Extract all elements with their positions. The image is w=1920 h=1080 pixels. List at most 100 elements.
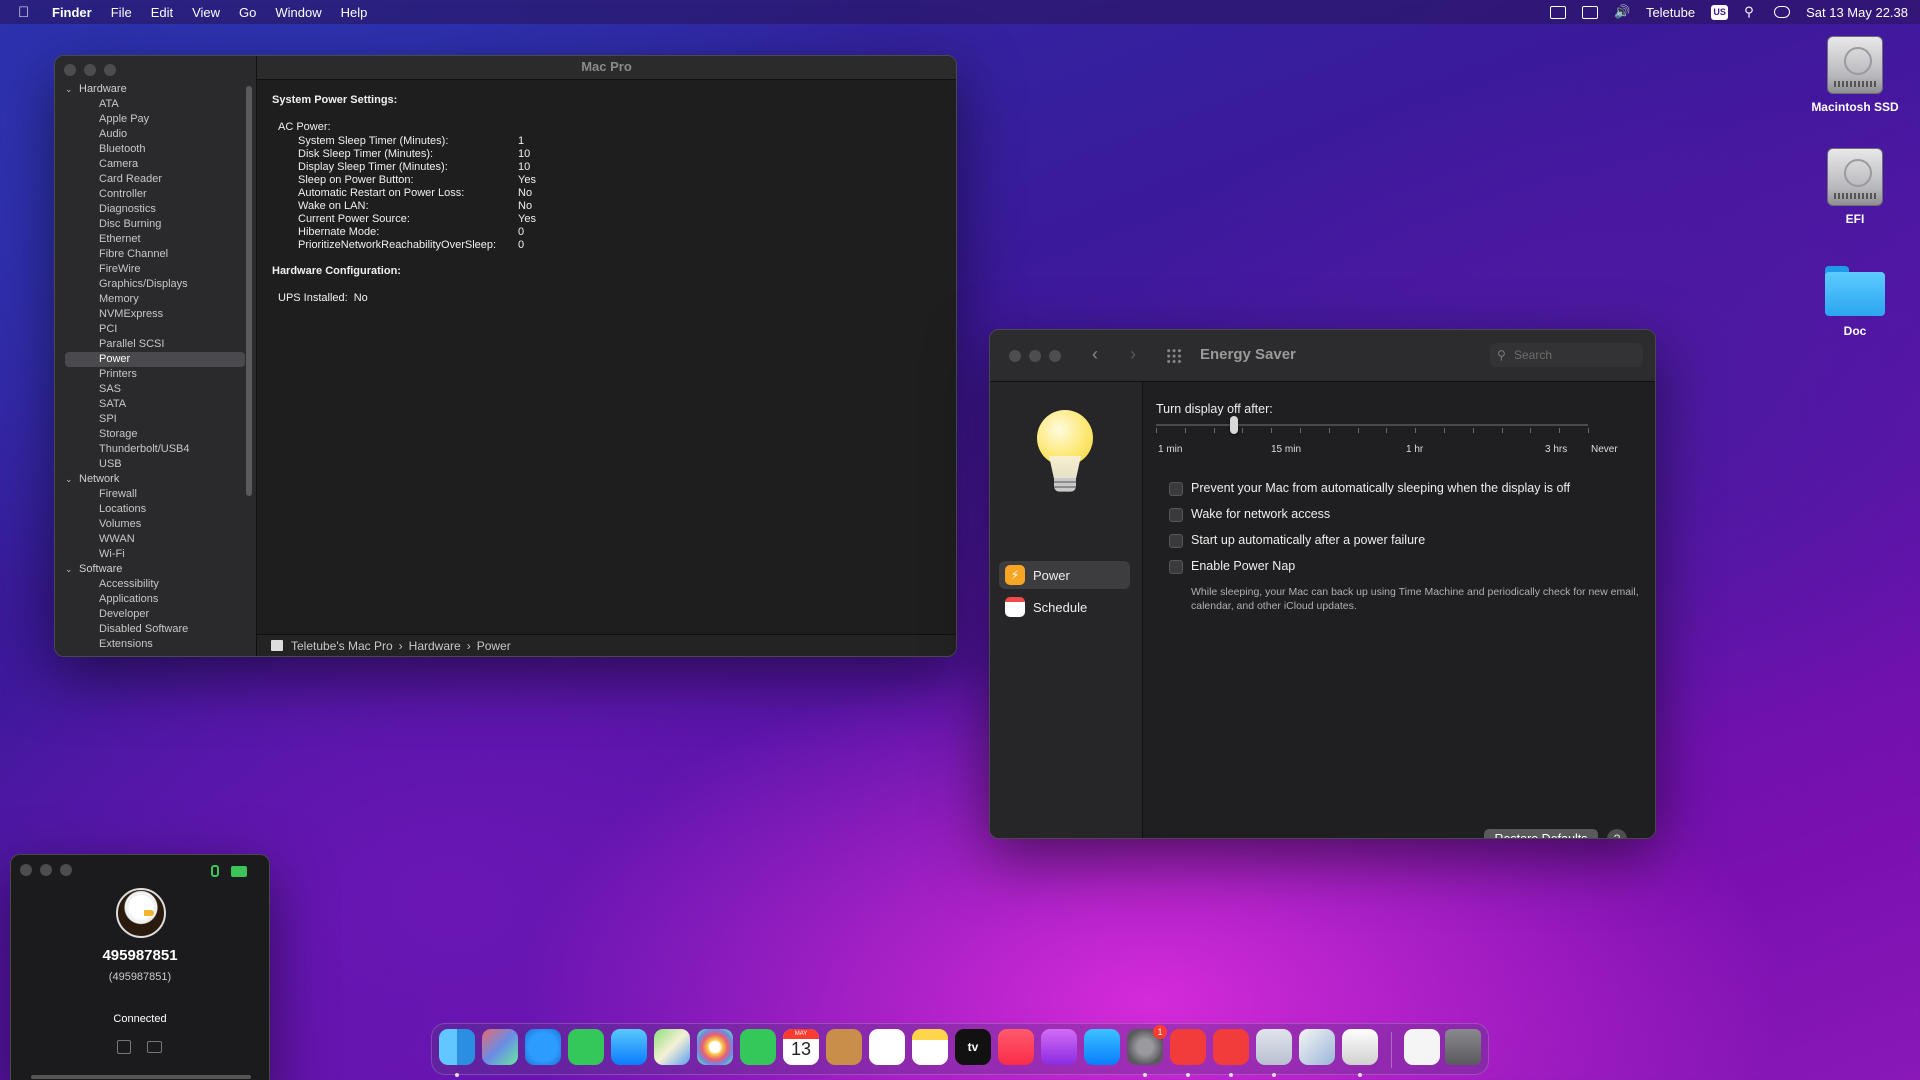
preview-dock-icon[interactable]: [1299, 1029, 1335, 1065]
chevron-down-icon[interactable]: ⌄: [65, 82, 79, 97]
tree-item[interactable]: Thunderbolt/USB4: [65, 442, 245, 457]
minimize-button[interactable]: [40, 864, 52, 876]
menu-help[interactable]: Help: [341, 5, 368, 20]
tree-group[interactable]: ⌄ Hardware: [65, 82, 245, 97]
mail-dock-icon[interactable]: [611, 1029, 647, 1065]
screen-mirroring-icon[interactable]: [1581, 5, 1598, 19]
menu-window[interactable]: Window: [275, 5, 321, 20]
menu-clock[interactable]: Sat 13 May 22.38: [1806, 5, 1908, 20]
tree-item[interactable]: WWAN: [65, 532, 245, 547]
control-center-icon[interactable]: [1774, 6, 1791, 18]
launchpad-dock-icon[interactable]: [482, 1029, 518, 1065]
tree-item[interactable]: Power: [65, 352, 245, 367]
teletube-menu[interactable]: Teletube: [1646, 5, 1695, 20]
menu-app-finder[interactable]: Finder: [52, 5, 92, 20]
menu-edit[interactable]: Edit: [151, 5, 173, 20]
checkbox[interactable]: [1169, 482, 1183, 496]
tree-item[interactable]: Printers: [65, 367, 245, 382]
show-all-grid-icon[interactable]: [1166, 348, 1182, 364]
volume-icon[interactable]: 🔊: [1614, 4, 1630, 20]
tree-item[interactable]: Disc Burning: [65, 217, 245, 232]
calendar-dock-icon[interactable]: MAY 13: [783, 1029, 819, 1065]
chevron-down-icon[interactable]: ⌄: [65, 562, 79, 577]
notes-dock-icon[interactable]: [912, 1029, 948, 1065]
tree-group[interactable]: ⌄ Software: [65, 562, 245, 577]
sidebar-scrollbar[interactable]: [246, 86, 252, 496]
messages-dock-icon[interactable]: [568, 1029, 604, 1065]
tree-item[interactable]: Controller: [65, 187, 245, 202]
power-nap-checkbox[interactable]: Enable Power Nap: [1169, 559, 1295, 574]
tree-item[interactable]: NVMExpress: [65, 307, 245, 322]
menu-go[interactable]: Go: [239, 5, 256, 20]
close-button[interactable]: [1009, 350, 1021, 362]
tree-item[interactable]: Diagnostics: [65, 202, 245, 217]
search-field[interactable]: ⚲ Search: [1490, 343, 1643, 367]
menu-file[interactable]: File: [111, 5, 132, 20]
wake-network-checkbox[interactable]: Wake for network access: [1169, 507, 1330, 522]
maps-dock-icon[interactable]: [654, 1029, 690, 1065]
path-item[interactable]: Hardware: [409, 639, 461, 653]
tree-item[interactable]: Graphics/Displays: [65, 277, 245, 292]
disconnect-bar[interactable]: [31, 1075, 251, 1079]
app-store-dock-icon[interactable]: [1084, 1029, 1120, 1065]
pane-power[interactable]: ⚡ Power: [999, 561, 1130, 589]
trash-dock-icon[interactable]: [1445, 1029, 1481, 1065]
back-icon[interactable]: ‹: [1092, 344, 1098, 365]
tree-item[interactable]: PCI: [65, 322, 245, 337]
tree-item[interactable]: SATA: [65, 397, 245, 412]
desktop-icon-efi[interactable]: EFI: [1795, 148, 1915, 226]
display-sleep-slider[interactable]: [1156, 424, 1588, 426]
tree-item[interactable]: Locations: [65, 502, 245, 517]
close-button[interactable]: [20, 864, 32, 876]
tree-item[interactable]: Disabled Software: [65, 622, 245, 637]
screen-share-icon[interactable]: [231, 866, 247, 877]
tree-item[interactable]: SPI: [65, 412, 245, 427]
tree-group[interactable]: ⌄ Network: [65, 472, 245, 487]
zoom-button[interactable]: [60, 864, 72, 876]
system-preferences-dock-icon[interactable]: 1: [1127, 1025, 1167, 1077]
safari-dock-icon[interactable]: [525, 1029, 561, 1065]
tree-item[interactable]: SAS: [65, 382, 245, 397]
restore-defaults-button[interactable]: Restore Defaults: [1484, 829, 1598, 838]
downloads-stack-dock-icon[interactable]: [1404, 1029, 1440, 1065]
system-information-dock-icon[interactable]: [1256, 1029, 1292, 1077]
contacts-dock-icon[interactable]: [826, 1029, 862, 1065]
tree-item[interactable]: Bluetooth: [65, 142, 245, 157]
tree-item[interactable]: Developer: [65, 607, 245, 622]
prevent-sleep-checkbox[interactable]: Prevent your Mac from automatically slee…: [1169, 481, 1570, 496]
chevron-down-icon[interactable]: ⌄: [65, 472, 79, 487]
tree-item[interactable]: Accessibility: [65, 577, 245, 592]
tree-item[interactable]: Apple Pay: [65, 112, 245, 127]
tree-item[interactable]: Firewall: [65, 487, 245, 502]
tree-item[interactable]: Wi-Fi: [65, 547, 245, 562]
photos-dock-icon[interactable]: [697, 1029, 733, 1065]
tree-item[interactable]: Applications: [65, 592, 245, 607]
tree-item[interactable]: Storage: [65, 427, 245, 442]
checkbox[interactable]: [1169, 560, 1183, 574]
input-source-icon[interactable]: US: [1711, 4, 1729, 20]
activity-monitor-icon[interactable]: [1549, 5, 1566, 19]
desktop-icon-doc[interactable]: Doc: [1795, 258, 1915, 338]
zoom-button[interactable]: [104, 64, 116, 76]
apple-tv-dock-icon[interactable]: tv: [955, 1029, 991, 1065]
music-dock-icon[interactable]: [998, 1029, 1034, 1065]
tree-item[interactable]: FireWire: [65, 262, 245, 277]
directory-utility-dock-icon[interactable]: [1342, 1029, 1378, 1077]
minimize-button[interactable]: [84, 64, 96, 76]
path-item[interactable]: Power: [477, 639, 511, 653]
file-transfer-icon[interactable]: [117, 1040, 131, 1054]
tree-item[interactable]: Card Reader: [65, 172, 245, 187]
pane-schedule[interactable]: Schedule: [999, 593, 1130, 621]
slider-knob[interactable]: [1230, 416, 1238, 434]
zoom-button[interactable]: [1049, 350, 1061, 362]
tree-item[interactable]: Extensions: [65, 637, 245, 652]
tree-item[interactable]: Fibre Channel: [65, 247, 245, 262]
startup-power-failure-checkbox[interactable]: Start up automatically after a power fai…: [1169, 533, 1425, 548]
checkbox[interactable]: [1169, 508, 1183, 522]
teletube-dock-icon[interactable]: [1170, 1029, 1206, 1077]
tree-item[interactable]: Ethernet: [65, 232, 245, 247]
tree-item[interactable]: Camera: [65, 157, 245, 172]
checkbox[interactable]: [1169, 534, 1183, 548]
desktop-icon-macintosh-ssd[interactable]: Macintosh SSD: [1795, 36, 1915, 114]
tree-item[interactable]: Volumes: [65, 517, 245, 532]
